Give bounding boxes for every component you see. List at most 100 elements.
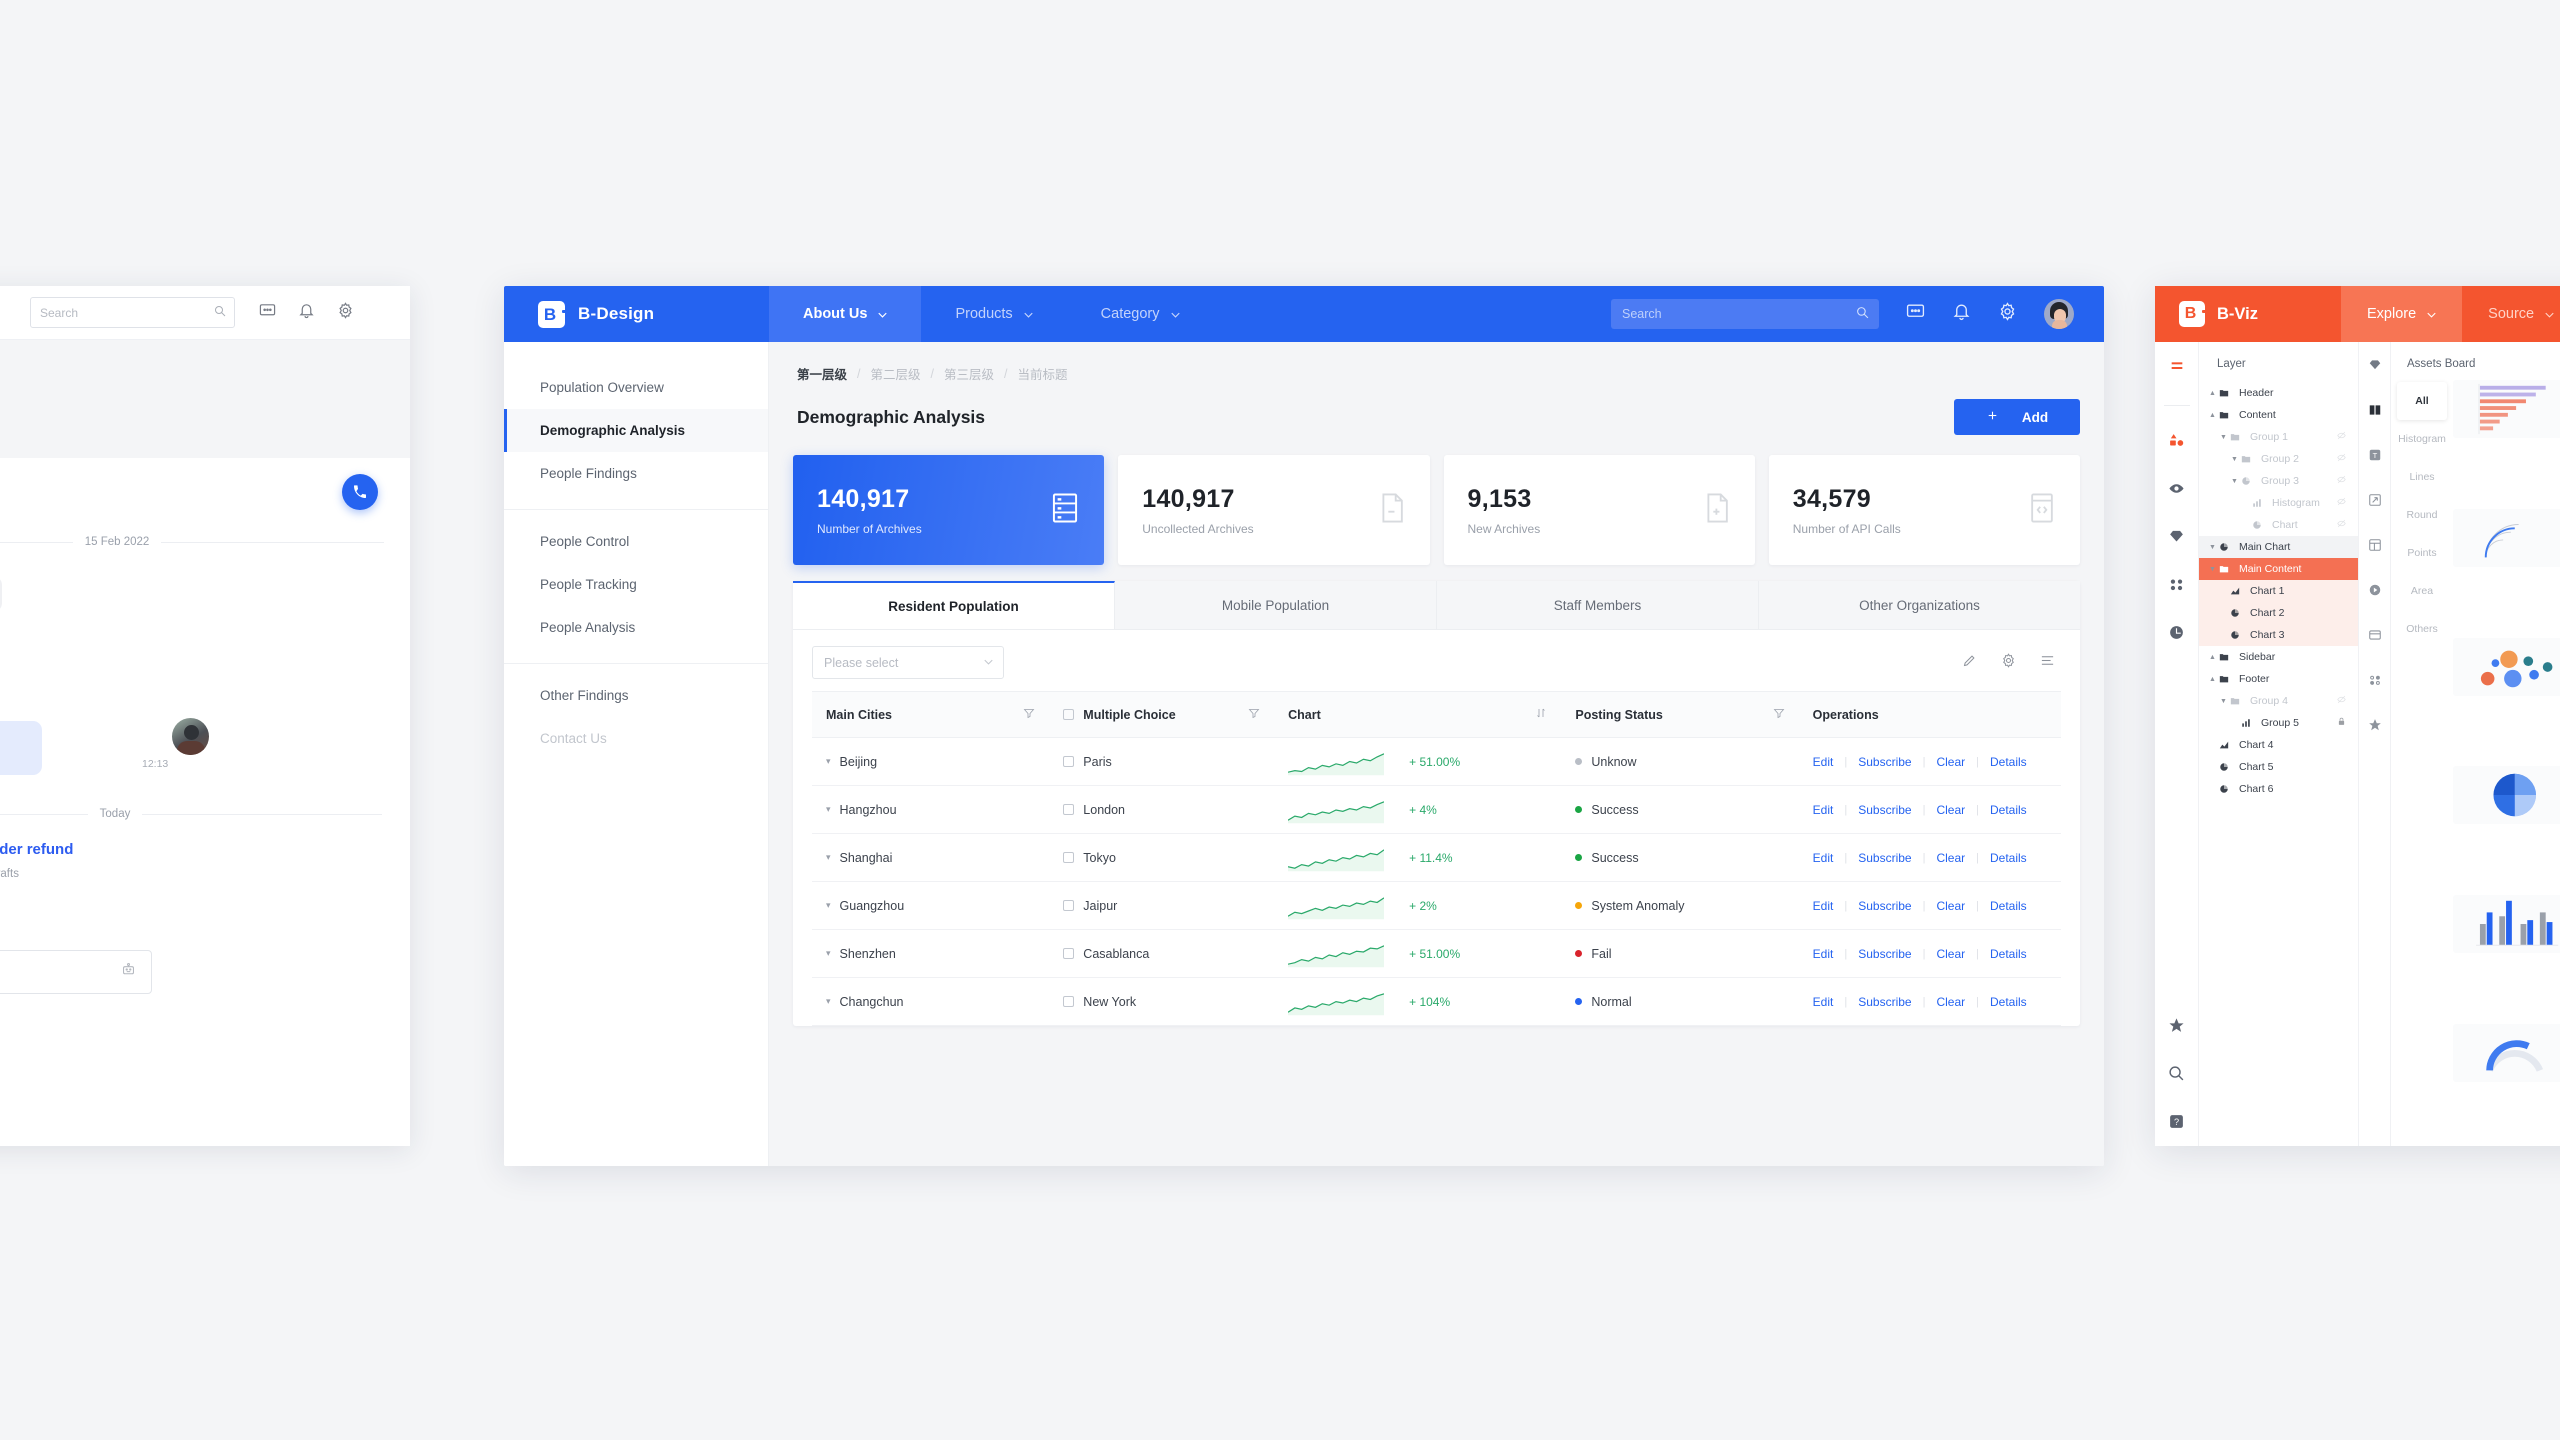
bell-icon[interactable] <box>1952 302 1971 326</box>
eye-icon[interactable] <box>2168 480 2185 502</box>
eye-off-icon[interactable] <box>2337 695 2346 707</box>
layer-item-main-content[interactable]: ▼Main Content <box>2199 558 2358 580</box>
text-icon[interactable]: T <box>2368 448 2382 467</box>
asset-category-area[interactable]: Area <box>2397 572 2447 610</box>
stat-card-new-archives[interactable]: 9,153 New Archives <box>1444 455 1755 565</box>
op-subscribe-link[interactable]: Subscribe <box>1847 851 1922 865</box>
asset-thumbnail-bubble[interactable] <box>2453 638 2560 696</box>
asset-category-lines[interactable]: Lines <box>2397 458 2447 496</box>
layer-item-sidebar[interactable]: ▲Sidebar <box>2199 646 2358 668</box>
stat-card-number-of-archives[interactable]: 140,917 Number of Archives <box>793 455 1104 565</box>
layer-item-content[interactable]: ▲Content <box>2199 404 2358 426</box>
list-icon[interactable] <box>2040 653 2055 673</box>
layer-item-chart-1[interactable]: Chart 1 <box>2199 580 2358 602</box>
eye-off-icon[interactable] <box>2337 497 2346 509</box>
eye-off-icon[interactable] <box>2337 431 2346 443</box>
sidebar-item-people-tracking[interactable]: People Tracking <box>504 563 768 606</box>
op-subscribe-link[interactable]: Subscribe <box>1847 899 1922 913</box>
asset-category-round[interactable]: Round <box>2397 496 2447 534</box>
tab-resident-population[interactable]: Resident Population <box>793 581 1115 629</box>
column-posting-status[interactable]: Posting Status <box>1561 692 1798 738</box>
table-row[interactable]: ▾HangzhouLondon+ 4%SuccessEdit|Subscribe… <box>812 786 2061 834</box>
bell-icon[interactable] <box>298 302 315 324</box>
tab-mobile-population[interactable]: Mobile Population <box>1115 581 1437 629</box>
header-search-input[interactable]: Search <box>1611 299 1879 329</box>
bviz-logo[interactable]: B B-Viz <box>2155 301 2341 327</box>
tab-other-organizations[interactable]: Other Organizations <box>1759 581 2080 629</box>
chat-search-input[interactable]: Search <box>30 297 235 328</box>
layer-item-group-3[interactable]: ▼Group 3 <box>2199 470 2358 492</box>
op-subscribe-link[interactable]: Subscribe <box>1847 755 1922 769</box>
caret-up-icon[interactable]: ▲ <box>2209 390 2219 397</box>
expand-caret-icon[interactable]: ▾ <box>826 900 831 911</box>
op-edit-link[interactable]: Edit <box>1813 995 1845 1009</box>
gem-icon[interactable] <box>2168 528 2185 550</box>
table-icon[interactable] <box>2368 538 2382 557</box>
caret-down-icon[interactable]: ▼ <box>2231 478 2241 485</box>
table-row[interactable]: ▾GuangzhouJaipur+ 2%System AnomalyEdit|S… <box>812 882 2061 930</box>
expand-caret-icon[interactable]: ▾ <box>826 804 831 815</box>
layer-item-main-chart[interactable]: ▼Main Chart <box>2199 536 2358 558</box>
op-edit-link[interactable]: Edit <box>1813 947 1845 961</box>
shapes-icon[interactable] <box>2168 432 2185 454</box>
op-clear-link[interactable]: Clear <box>1925 803 1976 817</box>
op-clear-link[interactable]: Clear <box>1925 995 1976 1009</box>
asset-category-histogram[interactable]: Histogram <box>2397 420 2447 458</box>
book-icon[interactable] <box>2368 403 2382 422</box>
table-row[interactable]: ▾ShenzhenCasablanca+ 51.00%FailEdit|Subs… <box>812 930 2061 978</box>
menu-icon[interactable] <box>2169 358 2185 379</box>
sidebar-item-people-analysis[interactable]: People Analysis <box>504 606 768 649</box>
nodes-icon[interactable] <box>2168 576 2185 598</box>
nav-item-products[interactable]: Products <box>921 286 1066 342</box>
op-details-link[interactable]: Details <box>1979 947 2038 961</box>
asset-thumbnail-radar[interactable] <box>2453 509 2560 567</box>
filter-icon[interactable] <box>1248 707 1260 722</box>
layer-item-chart[interactable]: Chart <box>2199 514 2358 536</box>
layer-item-header[interactable]: ▲Header <box>2199 382 2358 404</box>
op-subscribe-link[interactable]: Subscribe <box>1847 947 1922 961</box>
star-icon[interactable] <box>2368 718 2382 737</box>
row-checkbox[interactable] <box>1063 804 1074 815</box>
asset-thumbnail-bar-h[interactable] <box>2453 380 2560 438</box>
caret-down-icon[interactable]: ▼ <box>2209 566 2219 573</box>
clock-icon[interactable] <box>2168 624 2185 646</box>
filter-select[interactable]: Please select <box>812 646 1004 679</box>
layer-item-group-4[interactable]: ▼Group 4 <box>2199 690 2358 712</box>
gear-icon[interactable] <box>2001 653 2016 673</box>
message-icon[interactable] <box>1906 302 1925 326</box>
sort-icon[interactable] <box>1535 707 1547 722</box>
op-details-link[interactable]: Details <box>1979 995 2038 1009</box>
gear-icon[interactable] <box>1998 302 2017 326</box>
search-icon[interactable] <box>2168 1065 2185 1087</box>
row-checkbox[interactable] <box>1063 948 1074 959</box>
header-checkbox[interactable] <box>1063 709 1074 720</box>
star-icon[interactable] <box>2168 1017 2185 1039</box>
sidebar-item-population-overview[interactable]: Population Overview <box>504 366 768 409</box>
column-chart[interactable]: Chart <box>1274 692 1561 738</box>
sidebar-item-other-findings[interactable]: Other Findings <box>504 674 768 717</box>
caret-up-icon[interactable]: ▲ <box>2209 412 2219 419</box>
sidebar-item-contact-us[interactable]: Contact Us <box>504 717 768 760</box>
nodes-icon[interactable] <box>2368 673 2382 692</box>
filter-icon[interactable] <box>1773 707 1785 722</box>
card-icon[interactable] <box>2368 628 2382 647</box>
layer-item-group-2[interactable]: ▼Group 2 <box>2199 448 2358 470</box>
layer-item-group-5[interactable]: Group 5 <box>2199 712 2358 734</box>
column-multiple-choice[interactable]: Multiple Choice <box>1049 692 1274 738</box>
layer-item-chart-6[interactable]: Chart 6 <box>2199 778 2358 800</box>
asset-thumbnail-pie[interactable] <box>2453 766 2560 824</box>
table-row[interactable]: ▾ChangchunNew York+ 104%NormalEdit|Subsc… <box>812 978 2061 1026</box>
nav-item-about-us[interactable]: About Us <box>769 286 921 342</box>
op-edit-link[interactable]: Edit <box>1813 851 1845 865</box>
bdesign-logo[interactable]: B B-Design <box>504 301 769 328</box>
caret-down-icon[interactable]: ▼ <box>2209 544 2219 551</box>
layer-item-chart-2[interactable]: Chart 2 <box>2199 602 2358 624</box>
op-clear-link[interactable]: Clear <box>1925 755 1976 769</box>
gear-icon[interactable] <box>337 302 354 324</box>
caret-down-icon[interactable]: ▼ <box>2220 434 2230 441</box>
robot-icon[interactable] <box>120 961 137 983</box>
filter-icon[interactable] <box>1023 707 1035 722</box>
op-edit-link[interactable]: Edit <box>1813 803 1845 817</box>
expand-caret-icon[interactable]: ▾ <box>826 948 831 959</box>
lock-icon[interactable] <box>2337 717 2346 729</box>
